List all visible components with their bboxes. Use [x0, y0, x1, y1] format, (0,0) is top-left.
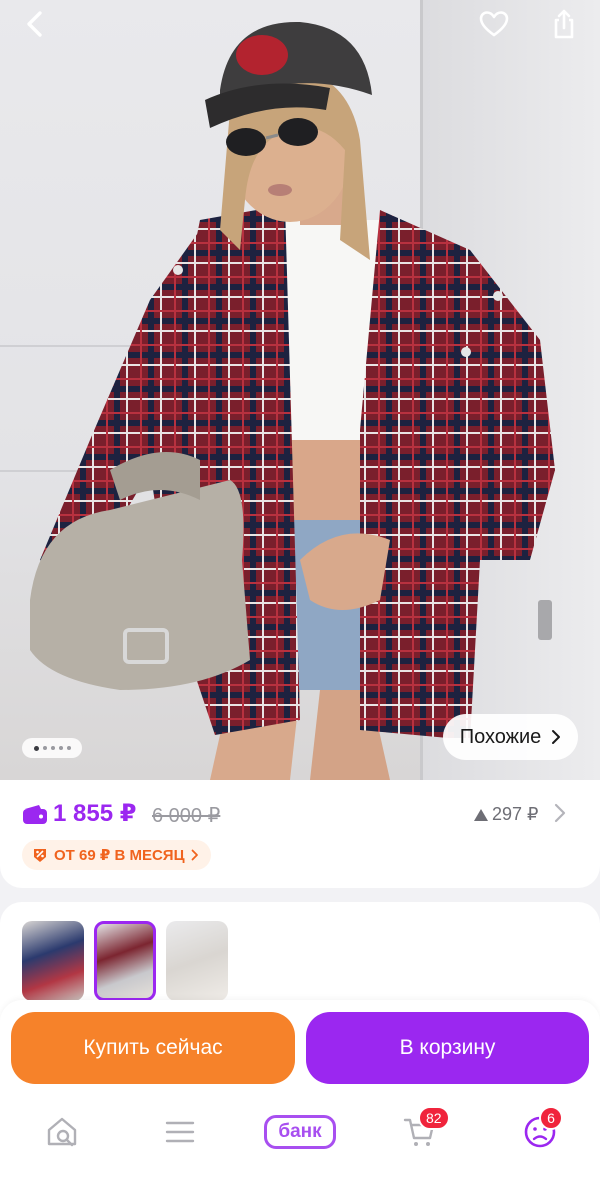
installment-label: ОТ 69 ₽ В МЕСЯЦ: [54, 847, 185, 864]
model-photo: [30, 21, 555, 780]
menu-icon: [165, 1121, 195, 1143]
nav-catalog[interactable]: [158, 1110, 202, 1154]
price-change-value: 297 ₽: [492, 804, 539, 824]
back-button[interactable]: [14, 2, 58, 46]
old-price: 6 000 ₽: [152, 805, 221, 827]
nav-home[interactable]: [40, 1110, 84, 1154]
share-button[interactable]: [542, 2, 586, 46]
current-price: 1 855 ₽: [53, 800, 137, 827]
chevron-right-icon: [191, 849, 198, 861]
nav-bank[interactable]: банк: [262, 1110, 338, 1154]
product-image[interactable]: Похожие: [0, 0, 600, 780]
thumbnail-variant-3[interactable]: [166, 921, 228, 1001]
chevron-right-icon: [554, 803, 566, 823]
price-details-chevron[interactable]: [554, 803, 566, 829]
wallet-icon: [23, 805, 47, 824]
cart-count-badge: 82: [418, 1106, 450, 1130]
pagination-dot: [58, 746, 63, 750]
pagination-dot: [66, 746, 71, 750]
price-change[interactable]: 297 ₽: [474, 804, 539, 825]
bank-label: банк: [264, 1115, 336, 1149]
profile-notification-badge: 6: [539, 1106, 563, 1130]
gallery-pagination: [22, 738, 82, 758]
chevron-right-icon: [552, 730, 561, 744]
home-search-icon: [47, 1117, 77, 1147]
percent-shield-icon: [34, 849, 46, 862]
share-icon: [554, 9, 574, 39]
pagination-dot: [42, 746, 47, 750]
chevron-left-icon: [27, 11, 42, 37]
similar-products-button[interactable]: Похожие: [443, 714, 578, 760]
thumbnail-variant-1[interactable]: [22, 921, 84, 1001]
pagination-dot: [33, 745, 39, 751]
similar-label: Похожие: [459, 725, 542, 748]
pagination-dot: [50, 746, 55, 750]
add-to-cart-button[interactable]: В корзину: [306, 1012, 589, 1084]
price-card: [0, 780, 600, 888]
buy-now-button[interactable]: Купить сейчас: [11, 1012, 295, 1084]
installment-badge[interactable]: ОТ 69 ₽ В МЕСЯЦ: [22, 840, 211, 870]
heart-icon: [479, 11, 509, 37]
triangle-up-icon: [474, 808, 488, 821]
thumbnail-variant-2[interactable]: [94, 921, 156, 1001]
favorite-button[interactable]: [472, 2, 516, 46]
